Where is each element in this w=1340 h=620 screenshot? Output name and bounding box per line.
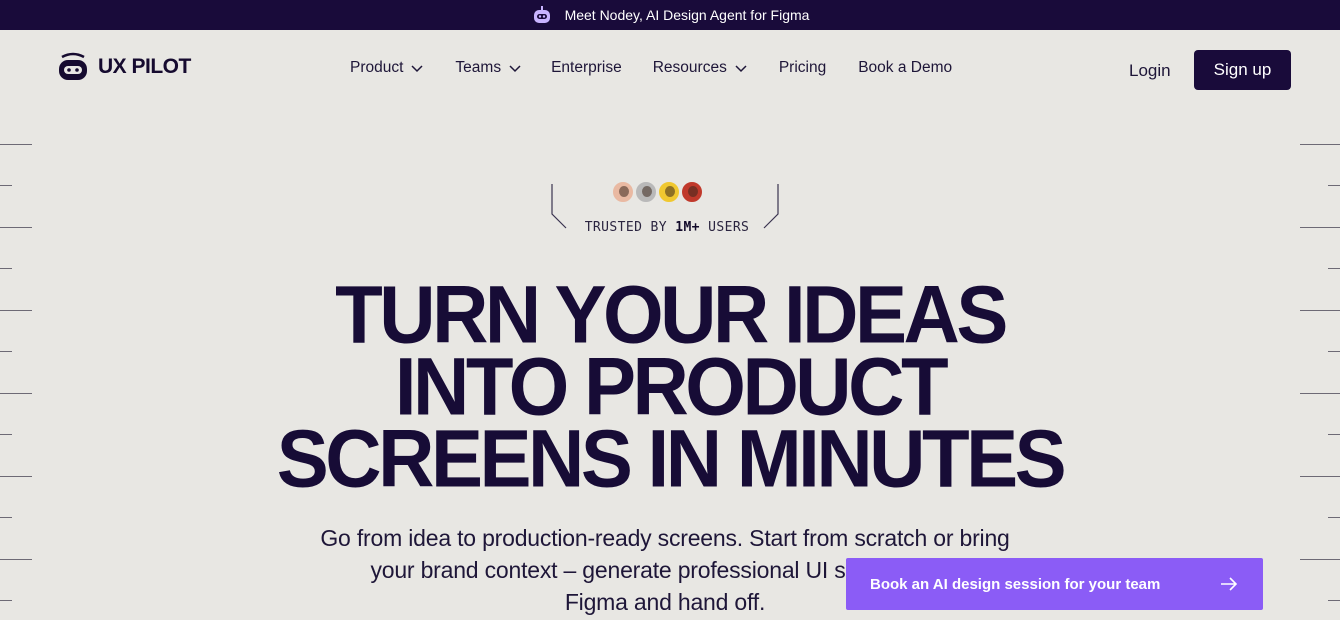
user-avatars: [611, 180, 704, 204]
trusted-badge: TRUSTED BY 1M+ USERS: [550, 180, 780, 236]
nav-item-teams[interactable]: Teams: [455, 59, 522, 77]
trusted-text: TRUSTED BY 1M+ USERS: [574, 220, 760, 235]
nav-label: Book a Demo: [858, 59, 953, 76]
avatar: [657, 180, 681, 204]
nav-item-product[interactable]: Product: [350, 59, 424, 77]
avatar: [634, 180, 658, 204]
headline-line: SCREENS IN MINUTES: [276, 411, 1067, 505]
nav-label: Pricing: [778, 59, 827, 76]
nav-label: Product: [350, 59, 404, 76]
nav-label: Resources: [652, 59, 727, 76]
chevron-down-icon: [509, 65, 521, 73]
robot-icon: [531, 5, 553, 25]
nav-item-resources[interactable]: Resources: [653, 59, 748, 77]
avatar: [611, 180, 635, 204]
signup-button[interactable]: Sign up: [1194, 50, 1291, 90]
cta-label: Book an AI design session for your team: [870, 575, 1161, 593]
nav-item-pricing[interactable]: Pricing: [779, 59, 826, 77]
nav-item-book-demo[interactable]: Book a Demo: [858, 59, 952, 77]
nav-item-enterprise[interactable]: Enterprise: [551, 59, 622, 77]
nav-label: Enterprise: [551, 59, 622, 76]
arrow-right-icon: [1221, 577, 1238, 591]
chevron-down-icon: [735, 65, 747, 73]
logo-icon: [59, 52, 87, 80]
announcement-bar[interactable]: Meet Nodey, AI Design Agent for Figma: [0, 0, 1340, 30]
book-session-button[interactable]: Book an AI design session for your team: [846, 558, 1263, 610]
trusted-count: 1M+: [675, 220, 700, 235]
trusted-prefix: TRUSTED BY: [584, 220, 667, 235]
login-link[interactable]: Login: [1129, 61, 1171, 81]
subtitle-line: Go from idea to production-ready screens…: [320, 525, 1010, 551]
site-header: UX PILOT Product Teams Enterprise Resour…: [0, 30, 1340, 110]
hero-headline: TURN YOUR IDEAS INTO PRODUCT SCREENS IN …: [0, 273, 1340, 505]
trusted-suffix: USERS: [708, 220, 750, 235]
announcement-text: Meet Nodey, AI Design Agent for Figma: [564, 7, 810, 23]
logo-text: UX PILOT: [98, 55, 191, 78]
nav-label: Teams: [455, 59, 502, 76]
avatar: [680, 180, 704, 204]
main-nav: Product Teams Enterprise Resources Prici…: [350, 59, 952, 77]
chevron-down-icon: [411, 65, 423, 73]
logo[interactable]: UX PILOT: [56, 52, 191, 82]
